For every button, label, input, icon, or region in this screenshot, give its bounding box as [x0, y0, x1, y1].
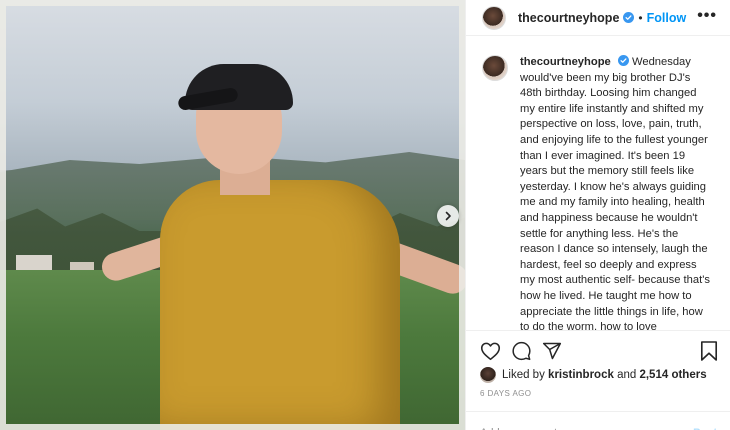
follow-button[interactable]: Follow	[647, 11, 687, 25]
post-actions: Liked by kristinbrock and 2,514 others 6…	[466, 330, 730, 430]
post-side-panel: thecourtneyhope • Follow ••• thecourtney…	[465, 0, 730, 430]
likes-joiner: and	[617, 369, 637, 381]
likes-prefix: Liked by	[502, 369, 545, 381]
comment-input[interactable]	[480, 414, 680, 430]
likes-count[interactable]: 2,514 others	[639, 369, 706, 381]
comment-icon[interactable]	[511, 341, 532, 361]
caption-body: Wednesday would've been my big brother D…	[520, 56, 710, 330]
post-date[interactable]: 6 DAYS AGO	[480, 389, 531, 398]
post-media[interactable]	[0, 0, 465, 430]
share-icon[interactable]	[542, 341, 562, 361]
comment-bar: Post	[466, 411, 730, 430]
caption-username[interactable]: thecourtneyhope	[520, 56, 611, 68]
avatar[interactable]	[482, 5, 506, 30]
caption: thecourtneyhope Wednesday would've been …	[520, 55, 710, 330]
likes-summary: Liked by kristinbrock and 2,514 others	[480, 367, 707, 383]
bookmark-icon[interactable]	[700, 341, 718, 361]
caption-area: thecourtneyhope Wednesday would've been …	[466, 37, 730, 330]
next-media-button[interactable]	[437, 205, 459, 227]
post-header: thecourtneyhope • Follow •••	[466, 0, 730, 36]
chevron-right-icon	[445, 211, 451, 221]
action-icons	[480, 341, 562, 361]
header-username[interactable]: thecourtneyhope	[518, 11, 619, 25]
post-comment-button[interactable]: Post	[693, 415, 717, 430]
photo-person-shirt	[160, 180, 400, 430]
verified-badge-icon	[617, 55, 629, 66]
more-options-icon[interactable]: •••	[697, 7, 717, 25]
liked-by-user[interactable]: kristinbrock	[548, 369, 614, 381]
avatar[interactable]	[482, 55, 508, 81]
avatar[interactable]	[480, 367, 496, 383]
heart-icon[interactable]	[480, 341, 501, 361]
header-separator: •	[638, 10, 643, 25]
verified-badge-icon	[623, 12, 635, 23]
